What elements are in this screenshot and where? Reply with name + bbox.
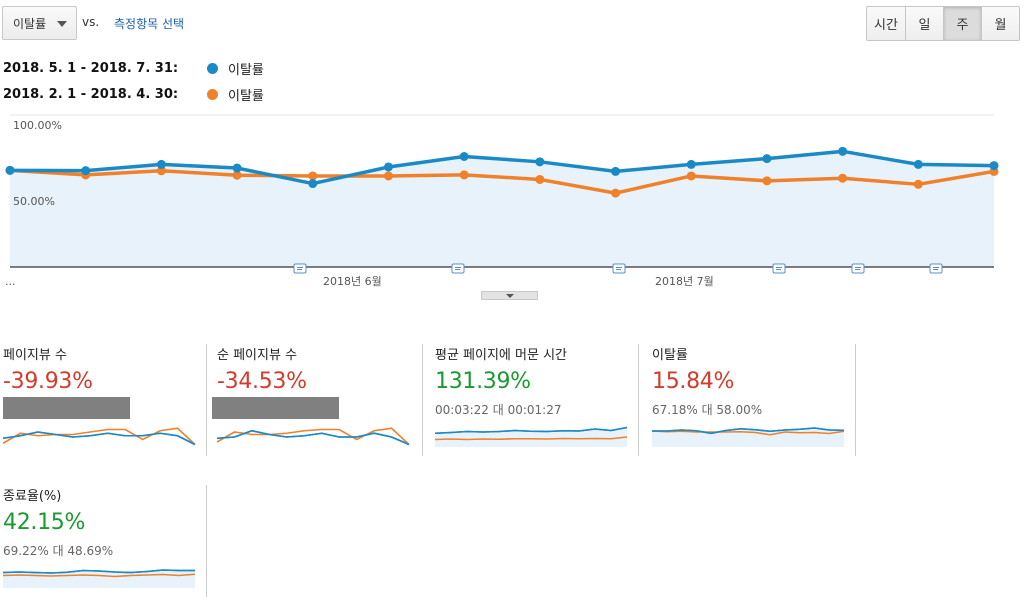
metric-comparison: 67.18% 대 58.00% <box>652 403 763 417</box>
chart-expand-handle[interactable] <box>481 291 538 300</box>
legend-dot-orange <box>207 88 218 100</box>
sparkline <box>2 427 196 446</box>
main-line-chart <box>0 112 1024 292</box>
metric-change-value: -34.53% <box>217 369 307 394</box>
metric-comparison: 69.22% 대 48.69% <box>3 544 114 558</box>
metric-title: 평균 페이지에 머문 시간 <box>435 348 567 363</box>
metric-card-bounce-rate[interactable]: 이탈률 15.84% 67.18% 대 58.00% <box>651 344 852 459</box>
metric-change-value: 15.84% <box>652 369 735 394</box>
metric-title: 페이지뷰 수 <box>3 348 67 363</box>
data-point-previous <box>686 171 696 181</box>
metric-comparison: 00:03:22 대 00:01:27 <box>435 403 562 417</box>
data-point-previous <box>838 173 848 183</box>
data-point-current <box>156 159 166 169</box>
sparkline <box>2 569 196 588</box>
legend-current-period: 2018. 5. 1 - 2018. 7. 31: 이탈률 <box>3 58 264 78</box>
sparkline-current <box>2 431 196 446</box>
sparkline-area <box>435 427 627 447</box>
metric-title: 종료율(%) <box>3 489 62 504</box>
metric-title: 순 페이지뷰 수 <box>217 348 298 363</box>
data-point-previous <box>913 179 923 189</box>
annotation-icon <box>293 263 307 274</box>
legend-dot-blue <box>207 62 218 74</box>
annotation-icon <box>772 263 786 274</box>
redacted-block <box>3 397 130 419</box>
annotation-icon <box>929 263 943 274</box>
metric-card-unique-pageviews[interactable]: 순 페이지뷰 수 -34.53% <box>212 344 417 459</box>
x-tick-july: 2018년 7월 <box>655 275 714 288</box>
annotation-icon <box>612 263 626 274</box>
data-point-current <box>308 179 318 189</box>
sparkline-previous <box>216 427 410 446</box>
legend-series-name: 이탈률 <box>228 62 264 78</box>
data-point-current <box>535 157 545 167</box>
card-divider <box>206 344 207 456</box>
granularity-month-button[interactable]: 월 <box>981 7 1019 40</box>
data-point-current <box>5 165 15 175</box>
card-divider <box>206 485 207 597</box>
data-point-previous <box>611 188 621 198</box>
data-point-previous <box>762 176 772 186</box>
metric-card-avg-time-on-page[interactable]: 평균 페이지에 머문 시간 131.39% 00:03:22 대 00:01:2… <box>434 344 635 459</box>
chart-svg <box>5 114 999 274</box>
data-point-current <box>232 163 242 173</box>
metric-selector-label: 이탈률 <box>13 16 47 31</box>
data-point-current <box>383 162 393 172</box>
sparkline <box>434 426 628 447</box>
sparkline-previous <box>2 427 196 446</box>
legend-previous-period: 2018. 2. 1 - 2018. 4. 30: 이탈률 <box>3 84 264 104</box>
data-point-previous <box>459 170 469 180</box>
annotation-icon <box>451 263 465 274</box>
select-compare-metric-link[interactable]: 측정항목 선택 <box>114 15 184 32</box>
metric-change-value: -39.93% <box>3 369 93 394</box>
sparkline-current <box>216 429 410 446</box>
data-point-current <box>989 161 999 171</box>
metric-card-pageviews[interactable]: 페이지뷰 수 -39.93% <box>2 344 203 459</box>
granularity-day-button[interactable]: 일 <box>905 7 943 40</box>
data-point-current <box>686 159 696 169</box>
annotation-icon <box>851 263 865 274</box>
time-granularity-toggle: 시간 일 주 월 <box>866 6 1020 41</box>
vs-label: vs. <box>82 15 100 29</box>
legend-series-name: 이탈률 <box>228 88 264 104</box>
data-point-current <box>762 154 772 164</box>
y-tick-100: 100.00% <box>13 119 62 132</box>
granularity-hour-button[interactable]: 시간 <box>867 7 905 40</box>
data-point-current <box>913 159 923 169</box>
card-divider <box>855 344 856 456</box>
data-point-current <box>611 166 621 176</box>
y-tick-50: 50.00% <box>13 195 55 208</box>
x-tick-june: 2018년 6월 <box>323 275 382 288</box>
metric-change-value: 42.15% <box>3 510 86 535</box>
data-point-previous <box>535 174 545 184</box>
data-point-current <box>81 166 91 176</box>
card-divider <box>638 344 639 456</box>
more-ellipsis[interactable]: ... <box>5 275 16 288</box>
sparkline <box>216 427 410 446</box>
redacted-block <box>212 397 339 419</box>
legend-date-range: 2018. 5. 1 - 2018. 7. 31: <box>3 60 179 76</box>
legend-date-range: 2018. 2. 1 - 2018. 4. 30: <box>3 86 179 102</box>
data-point-current <box>459 151 469 161</box>
granularity-week-button[interactable]: 주 <box>943 7 981 40</box>
data-point-current <box>838 146 848 156</box>
metric-title: 이탈률 <box>652 348 688 363</box>
sparkline <box>651 427 845 447</box>
chevron-down-icon <box>57 21 67 27</box>
metric-card-exit-rate[interactable]: 종료율(%) 42.15% 69.22% 대 48.69% <box>2 485 203 600</box>
card-divider <box>422 344 423 456</box>
data-point-previous <box>383 171 393 181</box>
metric-selector[interactable]: 이탈률 <box>2 6 77 40</box>
metric-change-value: 131.39% <box>435 369 531 394</box>
